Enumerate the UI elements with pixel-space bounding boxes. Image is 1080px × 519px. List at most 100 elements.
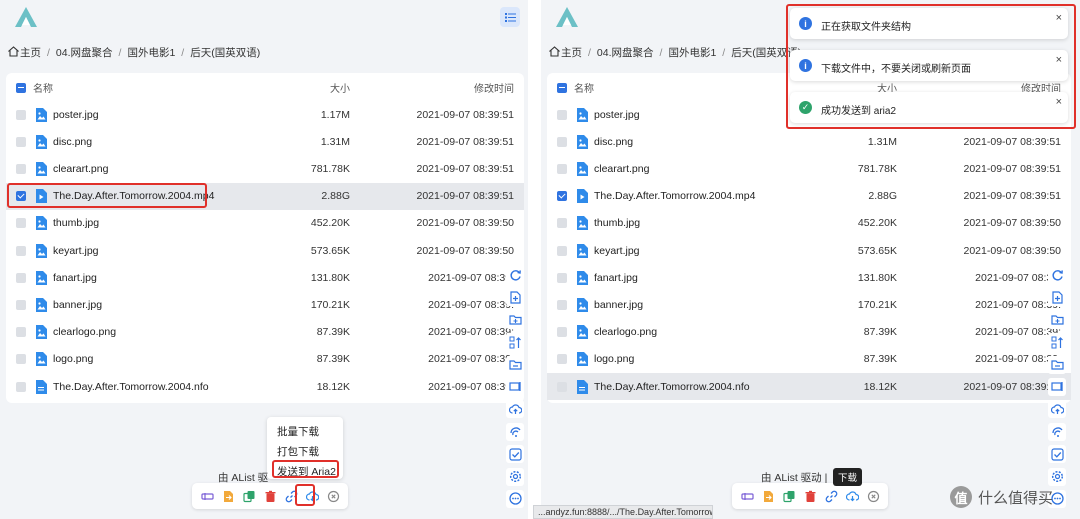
row-checkbox[interactable] xyxy=(557,218,567,229)
breadcrumb-item[interactable]: 后天(国英双语) xyxy=(190,45,260,60)
download-cloud-button[interactable] xyxy=(845,489,859,503)
row-checkbox[interactable] xyxy=(16,218,26,229)
more-button[interactable] xyxy=(506,489,524,508)
select-all-checkbox[interactable] xyxy=(16,82,26,93)
rename-button[interactable] xyxy=(1048,377,1066,396)
refresh-button[interactable] xyxy=(506,266,524,284)
row-checkbox[interactable] xyxy=(557,272,567,283)
table-row[interactable]: fanart.jpg 131.80K 2021-09-07 08:39: xyxy=(547,264,1071,291)
breadcrumb-item[interactable]: 国外电影1 xyxy=(668,45,716,60)
file-name[interactable]: banner.jpg xyxy=(594,299,643,311)
delete-button[interactable] xyxy=(803,489,817,503)
file-name[interactable]: thumb.jpg xyxy=(594,217,640,229)
table-row[interactable]: clearart.png 781.78K 2021-09-07 08:39:51 xyxy=(6,155,524,182)
close-circle-button[interactable] xyxy=(326,489,340,503)
new-file-button[interactable] xyxy=(1048,288,1066,307)
file-name[interactable]: The.Day.After.Tomorrow.2004.nfo xyxy=(53,381,209,393)
file-name[interactable]: clearart.png xyxy=(53,163,108,175)
rename-button[interactable] xyxy=(506,377,524,396)
table-row[interactable]: clearlogo.png 87.39K 2021-09-07 08:39: xyxy=(547,319,1071,346)
row-checkbox[interactable] xyxy=(16,245,26,256)
upload-button[interactable] xyxy=(506,400,524,419)
row-checkbox[interactable] xyxy=(557,354,567,365)
new-folder-button[interactable] xyxy=(506,310,524,329)
close-circle-button[interactable] xyxy=(866,489,880,503)
checklist-button[interactable] xyxy=(1048,445,1066,464)
file-name[interactable]: poster.jpg xyxy=(53,109,99,121)
refresh-button[interactable] xyxy=(1048,266,1066,284)
table-row[interactable]: banner.jpg 170.21K 2021-09-07 08:39: xyxy=(547,291,1071,318)
copy-button[interactable] xyxy=(782,489,796,503)
row-checkbox[interactable] xyxy=(16,381,26,392)
copy-button[interactable] xyxy=(242,489,256,503)
file-name[interactable]: fanart.jpg xyxy=(594,272,638,284)
file-name[interactable]: keyart.jpg xyxy=(53,245,99,257)
rename-button[interactable] xyxy=(740,489,754,503)
row-checkbox[interactable] xyxy=(557,381,567,392)
breadcrumb-item[interactable]: 04.网盘聚合 xyxy=(56,45,113,60)
move-folder-button[interactable] xyxy=(1048,355,1066,374)
row-checkbox[interactable] xyxy=(16,136,26,147)
move-folder-button[interactable] xyxy=(506,355,524,374)
file-name[interactable]: disc.png xyxy=(594,136,633,148)
file-name[interactable]: logo.png xyxy=(594,353,634,365)
row-checkbox[interactable] xyxy=(557,136,567,147)
row-checkbox[interactable] xyxy=(557,109,567,120)
row-checkbox[interactable] xyxy=(16,109,26,120)
menu-item-pack-download[interactable]: 打包下载 xyxy=(277,444,319,459)
file-name[interactable]: clearlogo.png xyxy=(594,326,657,338)
menu-item-batch-download[interactable]: 批量下载 xyxy=(277,424,319,439)
table-row[interactable]: keyart.jpg 573.65K 2021-09-07 08:39:50 xyxy=(547,237,1071,264)
row-checkbox[interactable] xyxy=(557,191,567,202)
row-checkbox[interactable] xyxy=(16,163,26,174)
file-name[interactable]: clearart.png xyxy=(594,163,649,175)
table-row[interactable]: disc.png 1.31M 2021-09-07 08:39:51 xyxy=(547,128,1071,155)
table-row[interactable]: The.Day.After.Tomorrow.2004.mp4 2.88G 2021… xyxy=(547,183,1071,210)
file-name[interactable]: thumb.jpg xyxy=(53,217,99,229)
row-checkbox[interactable] xyxy=(557,327,567,338)
table-row[interactable]: The.Day.After.Tomorrow.2004.nfo 18.12K 202… xyxy=(6,373,524,400)
row-checkbox[interactable] xyxy=(16,299,26,310)
breadcrumb-home[interactable]: 主页 xyxy=(549,45,582,60)
file-name[interactable]: The.Day.After.Tomorrow.2004.mp4 xyxy=(594,190,755,202)
row-checkbox[interactable] xyxy=(557,299,567,310)
table-row[interactable]: logo.png 87.39K 2021-09-07 08:39: xyxy=(547,346,1071,373)
row-checkbox[interactable] xyxy=(16,354,26,365)
table-row[interactable]: thumb.jpg 452.20K 2021-09-07 08:39:50 xyxy=(6,210,524,237)
table-row[interactable]: keyart.jpg 573.65K 2021-09-07 08:39:50 xyxy=(6,237,524,264)
table-row[interactable]: disc.png 1.31M 2021-09-07 08:39:51 xyxy=(6,128,524,155)
sort-button[interactable] xyxy=(1048,333,1066,352)
gear-button[interactable] xyxy=(506,467,524,486)
column-name[interactable]: 名称 xyxy=(33,80,53,95)
gear-button[interactable] xyxy=(1048,467,1066,486)
table-row[interactable]: clearart.png 781.78K 2021-09-07 08:39:51 xyxy=(547,155,1071,182)
checklist-button[interactable] xyxy=(506,445,524,464)
row-checkbox[interactable] xyxy=(557,245,567,256)
file-name[interactable]: The.Day.After.Tomorrow.2004.nfo xyxy=(594,381,750,393)
file-name[interactable]: banner.jpg xyxy=(53,299,102,311)
row-checkbox[interactable] xyxy=(16,327,26,338)
table-row[interactable]: thumb.jpg 452.20K 2021-09-07 08:39:50 xyxy=(547,210,1071,237)
column-name[interactable]: 名称 xyxy=(574,80,594,95)
rename-button[interactable] xyxy=(200,489,214,503)
table-row[interactable]: The.Day.After.Tomorrow.2004.nfo 18.12K 202… xyxy=(547,373,1071,400)
file-name[interactable]: clearlogo.png xyxy=(53,326,116,338)
link-button[interactable] xyxy=(824,489,838,503)
table-row[interactable]: poster.jpg 1.17M 2021-09-07 08:39:51 xyxy=(6,101,524,128)
table-row[interactable]: fanart.jpg 131.80K 2021-09-07 08:39: xyxy=(6,264,524,291)
offline-download-button[interactable] xyxy=(1048,422,1066,441)
delete-button[interactable] xyxy=(263,489,277,503)
file-name[interactable]: fanart.jpg xyxy=(53,272,97,284)
table-row[interactable]: banner.jpg 170.21K 2021-09-07 08:39: xyxy=(6,291,524,318)
row-checkbox[interactable] xyxy=(557,163,567,174)
offline-download-button[interactable] xyxy=(506,422,524,441)
file-name[interactable]: disc.png xyxy=(53,136,92,148)
new-folder-button[interactable] xyxy=(1048,310,1066,329)
row-checkbox[interactable] xyxy=(16,272,26,283)
upload-button[interactable] xyxy=(1048,400,1066,419)
column-modified[interactable]: 修改时间 xyxy=(474,80,514,95)
move-button[interactable] xyxy=(761,489,775,503)
column-size[interactable]: 大小 xyxy=(330,80,350,95)
breadcrumb-item[interactable]: 国外电影1 xyxy=(127,45,175,60)
list-view-toggle-button[interactable] xyxy=(500,7,520,27)
